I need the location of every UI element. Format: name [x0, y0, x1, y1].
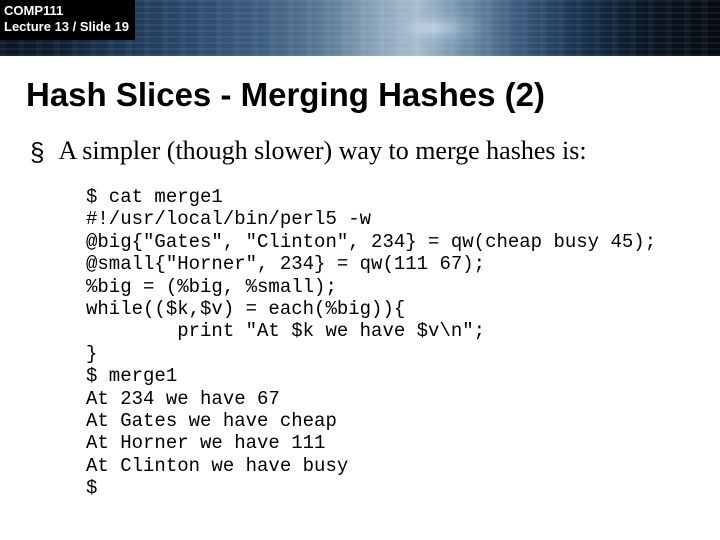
slide-title: Hash Slices - Merging Hashes (2) [0, 56, 720, 114]
bullet-text: A simpler (though slower) way to merge h… [58, 136, 586, 166]
slide: COMP111 Lecture 13 / Slide 19 Hash Slice… [0, 0, 720, 540]
bullet-item: § A simpler (though slower) way to merge… [30, 136, 720, 166]
bullet-marker: § [30, 136, 44, 165]
slide-body: § A simpler (though slower) way to merge… [0, 114, 720, 166]
course-code: COMP111 [4, 3, 129, 19]
course-tag: COMP111 Lecture 13 / Slide 19 [0, 0, 135, 40]
header-banner: COMP111 Lecture 13 / Slide 19 [0, 0, 720, 56]
course-lecture: Lecture 13 / Slide 19 [4, 19, 129, 35]
code-block: $ cat merge1 #!/usr/local/bin/perl5 -w @… [0, 166, 720, 500]
